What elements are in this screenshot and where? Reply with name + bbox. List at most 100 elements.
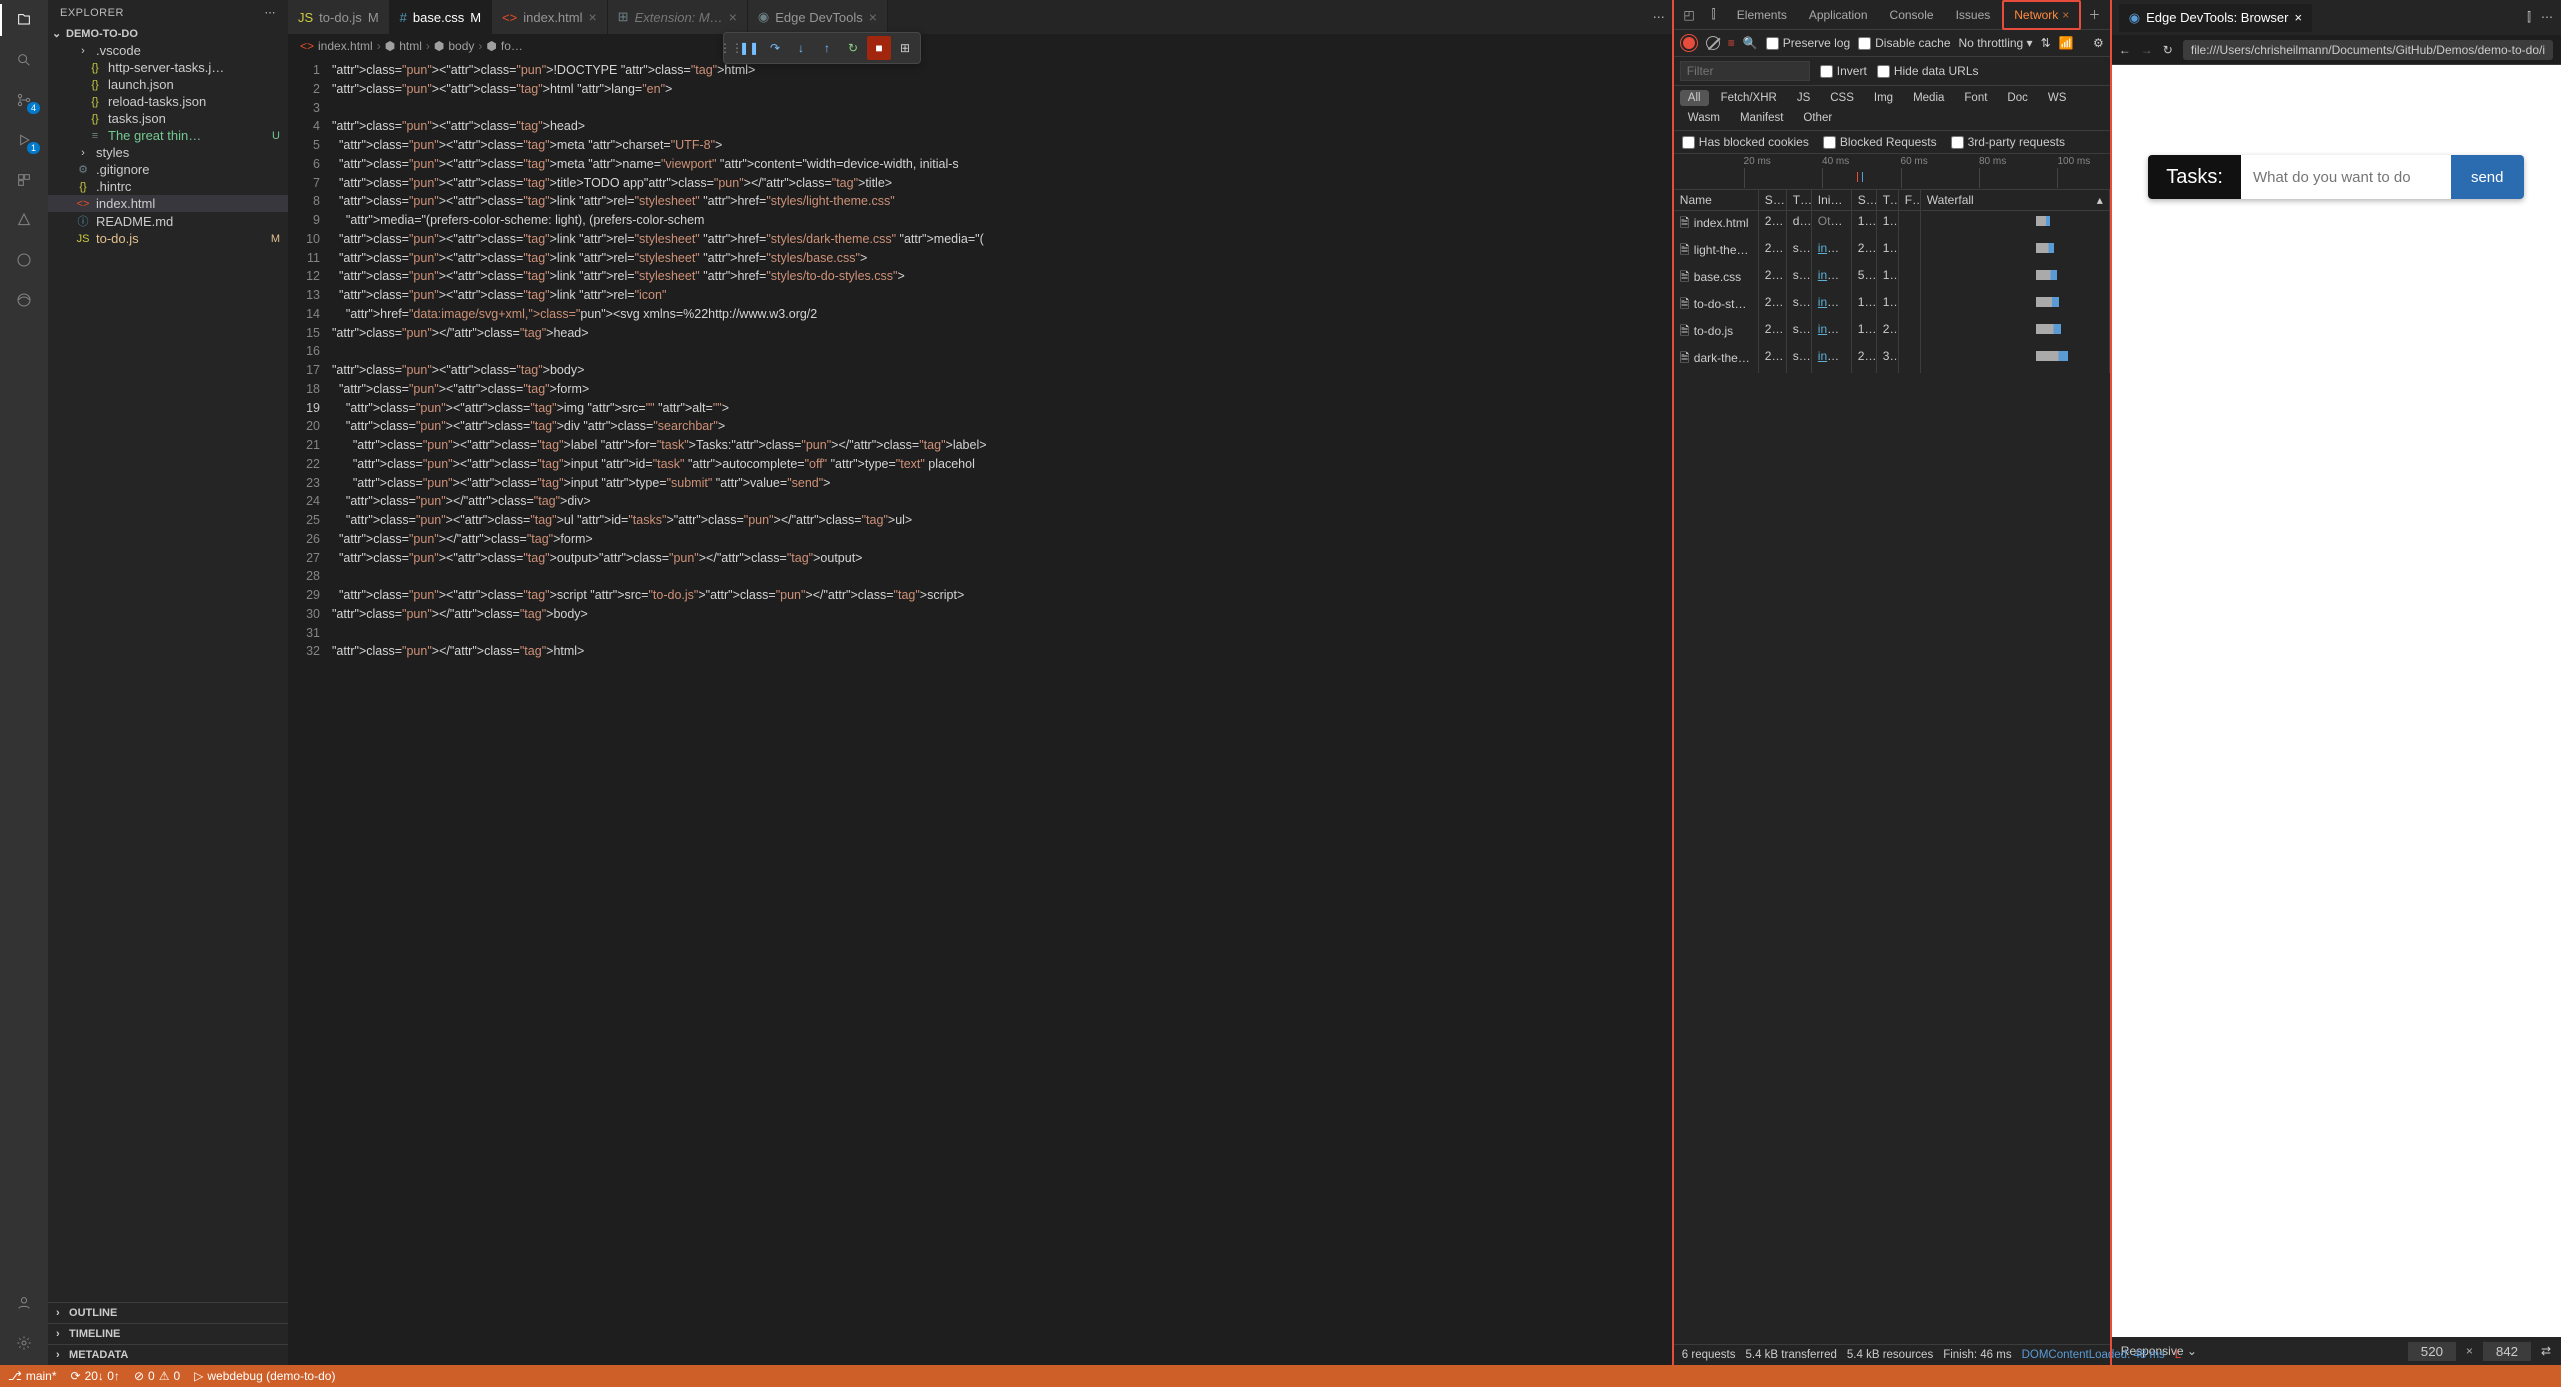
tree-item[interactable]: ›.vscode [48,42,288,59]
filter-input[interactable] [1680,61,1810,81]
network-settings-icon[interactable]: ⚙ [2093,36,2104,50]
close-icon[interactable]: × [2294,10,2302,25]
browser-tab[interactable]: ◉Edge DevTools: Browser× [2119,4,2312,32]
section-metadata[interactable]: › METADATA [48,1344,288,1365]
search-icon[interactable]: 🔍 [1743,36,1758,50]
tree-item[interactable]: {}tasks.json [48,110,288,127]
throttling-select[interactable]: No throttling ▾ [1959,36,2033,50]
edge-icon[interactable] [12,288,36,312]
disable-cache-checkbox[interactable]: Disable cache [1858,36,1950,50]
network-row[interactable]: 🗎to-do.js200s…index…1…2… [1674,319,2110,346]
run-debug-icon[interactable]: 1 [12,128,36,152]
check[interactable]: 3rd-party requests [1951,135,2065,149]
stop-icon[interactable]: ■ [867,36,891,60]
network-row[interactable]: 🗎light-theme.…200st…index…2…1… [1674,238,2110,265]
close-icon[interactable]: × [729,9,737,25]
section-timeline[interactable]: › TIMELINE [48,1323,288,1344]
chip-media[interactable]: Media [1905,90,1952,106]
tab-issues[interactable]: Issues [1946,2,2001,28]
task-input[interactable] [2241,155,2451,199]
filter-icon[interactable]: ≡ [1728,36,1735,50]
hide-urls-checkbox[interactable]: Hide data URLs [1877,64,1979,78]
azure-icon[interactable] [12,208,36,232]
branch-item[interactable]: ⎇main* [8,1369,57,1383]
editor-tab[interactable]: <>index.html× [492,0,608,34]
chip-ws[interactable]: WS [2040,90,2075,106]
network-conditions-icon[interactable]: 📶 [2059,36,2074,50]
tab-application[interactable]: Application [1799,2,1878,28]
send-button[interactable]: send [2451,155,2524,199]
editor-tab[interactable]: ⊞Extension: M…× [608,0,748,34]
network-row[interactable]: 🗎to-do-styles.…200st…index…1…1… [1674,292,2110,319]
editor-tab[interactable]: #base.cssM [390,0,492,34]
check[interactable]: Has blocked cookies [1682,135,1809,149]
preview-viewport[interactable]: Tasks: send [2111,65,2561,1337]
split-icon[interactable]: ⫿ [2527,10,2531,25]
network-row[interactable]: 🗎index.html200d…Other1…1 … [1674,211,2110,238]
more-icon[interactable]: ⋯ [1653,10,1665,24]
record-icon[interactable] [1680,34,1698,52]
tree-item[interactable]: ⚙.gitignore [48,161,288,178]
more-icon[interactable]: ⋯ [2541,10,2553,25]
tree-item[interactable]: {}reload-tasks.json [48,93,288,110]
search-icon[interactable] [12,48,36,72]
section-outline[interactable]: › OUTLINE [48,1302,288,1323]
step-into-icon[interactable]: ↓ [789,36,813,60]
network-headers[interactable]: NameS…T…InitiatorSizeTi…F…Waterfall▴ [1674,190,2110,211]
tree-item[interactable]: ›styles [48,144,288,161]
tree-item[interactable]: ⓘREADME.md [48,212,288,230]
explorer-icon[interactable] [12,8,36,32]
devtools-icon[interactable]: ⊞ [893,36,917,60]
close-icon[interactable]: × [588,9,596,25]
problems-item[interactable]: ⊘0⚠0 [134,1369,180,1383]
back-icon[interactable]: ← [2119,43,2131,57]
chip-img[interactable]: Img [1866,90,1901,106]
settings-gear-icon[interactable] [12,1331,36,1355]
chip-css[interactable]: CSS [1822,90,1862,106]
width-input[interactable] [2408,1342,2456,1361]
network-row[interactable]: 🗎dark-theme.…200st…index…2…3… [1674,346,2110,373]
source-control-icon[interactable]: 4 [12,88,36,112]
tree-item[interactable]: <>index.html [48,195,288,212]
chip-all[interactable]: All [1680,90,1709,106]
refresh-icon[interactable]: ↻ [2163,43,2173,57]
check[interactable]: Blocked Requests [1823,135,1937,149]
breadcrumb[interactable]: <>index.html› ⬢html› ⬢body› ⬢fo… [288,35,1673,57]
chip-doc[interactable]: Doc [1999,90,2035,106]
preserve-log-checkbox[interactable]: Preserve log [1766,36,1850,50]
close-icon[interactable]: × [869,9,877,25]
tab-console[interactable]: Console [1880,2,1944,28]
editor-tab[interactable]: ◉Edge DevTools× [748,0,888,34]
more-icon[interactable]: ⋯ [265,6,277,19]
code-editor[interactable]: 1234567891011121314151617181920212223242… [288,57,1673,1365]
chip-manifest[interactable]: Manifest [1732,110,1791,126]
drag-grip-icon[interactable]: ⋮⋮ [727,36,735,60]
invert-checkbox[interactable]: Invert [1820,64,1867,78]
wifi-icon[interactable]: ⇅ [2041,36,2051,50]
add-tab-icon[interactable]: ＋ [2083,6,2106,23]
tree-item[interactable]: {}.hintrc [48,178,288,195]
height-input[interactable] [2483,1342,2531,1361]
url-bar[interactable]: file:///Users/chrisheilmann/Documents/Gi… [2183,40,2553,60]
sync-item[interactable]: ⟳20↓ 0↑ [71,1369,120,1383]
tree-item[interactable]: JSto-do.jsM [48,230,288,247]
account-icon[interactable] [12,1291,36,1315]
chip-js[interactable]: JS [1789,90,1818,106]
pause-icon[interactable]: ❚❚ [737,36,761,60]
inspect-icon[interactable]: ◰ [1678,8,1701,22]
clear-icon[interactable] [1706,36,1720,50]
tab-network[interactable]: Network× [2002,0,2081,30]
chip-fetch/xhr[interactable]: Fetch/XHR [1713,90,1785,106]
restart-icon[interactable]: ↻ [841,36,865,60]
step-out-icon[interactable]: ↑ [815,36,839,60]
timeline-overview[interactable]: 20 ms40 ms60 ms80 ms100 ms [1674,154,2110,190]
tab-elements[interactable]: Elements [1727,2,1797,28]
network-row[interactable]: 🗎base.css200st…index…5…1… [1674,265,2110,292]
github-icon[interactable] [12,248,36,272]
forward-icon[interactable]: → [2141,43,2153,57]
tree-item[interactable]: {}launch.json [48,76,288,93]
tree-item[interactable]: ≡The great thin…U [48,127,288,144]
rotate-icon[interactable]: ⇄ [2541,1344,2551,1358]
extensions-icon[interactable] [12,168,36,192]
project-header[interactable]: ⌄DEMO-TO-DO [48,25,288,42]
